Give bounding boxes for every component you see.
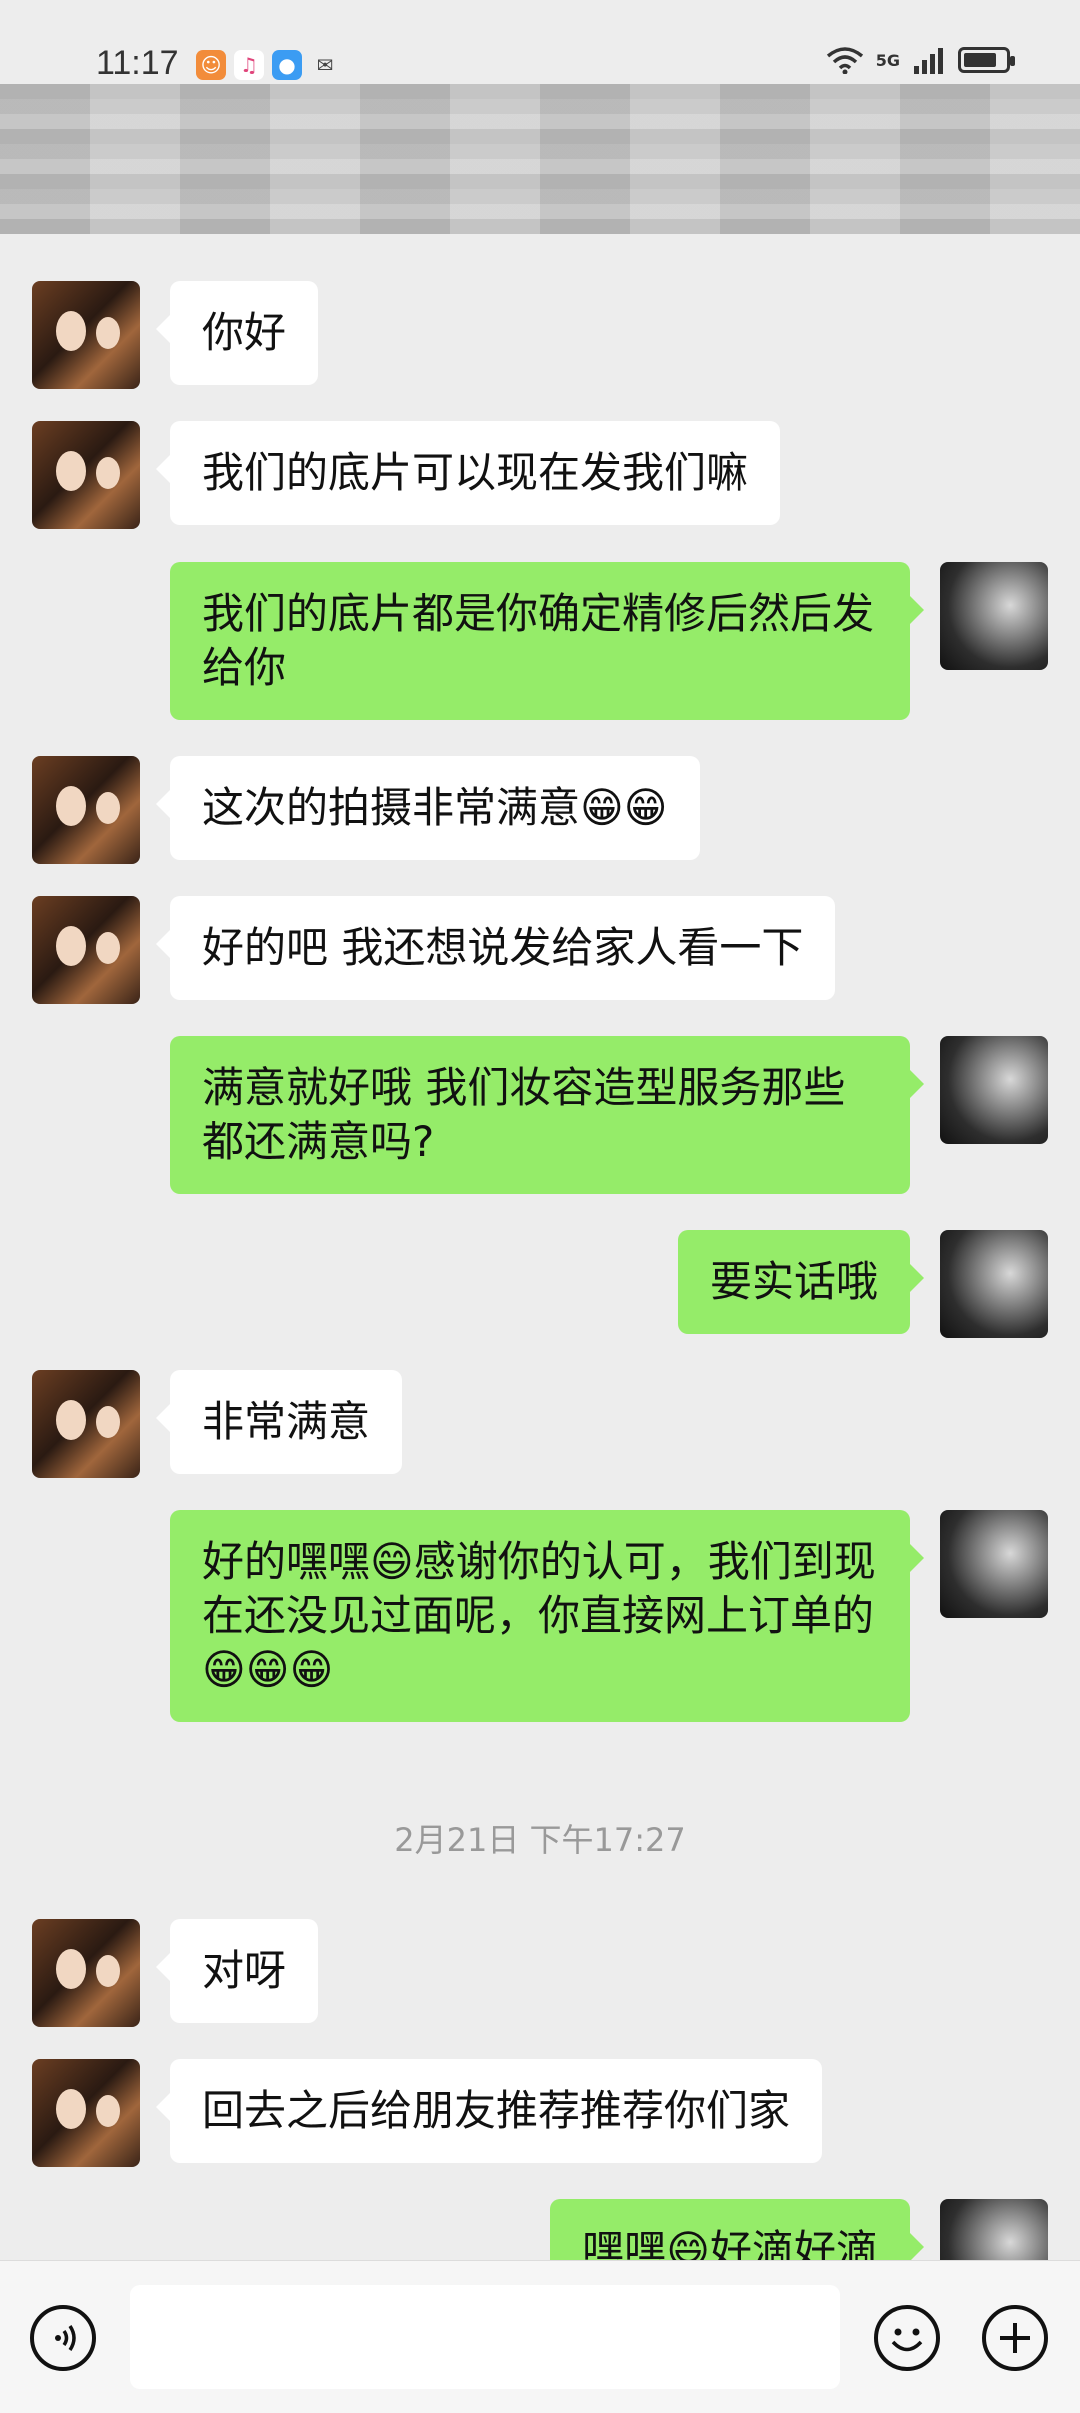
message-bubble[interactable]: 好的吧 我还想说发给家人看一下 — [155, 896, 836, 1000]
message-bubble[interactable]: 你好 — [155, 281, 319, 385]
message-bubble[interactable]: 我们的底片都是你确定精修后然后发给你 — [170, 562, 924, 720]
signal-icon — [914, 48, 943, 74]
message-bubble[interactable]: 我们的底片可以现在发我们嘛 — [155, 421, 781, 525]
my-avatar[interactable] — [940, 1230, 1048, 1338]
friend-avatar[interactable] — [32, 2059, 140, 2167]
wifi-icon — [826, 47, 863, 74]
message-input[interactable] — [130, 2285, 840, 2389]
friend-avatar[interactable] — [32, 421, 140, 529]
message-bubble[interactable]: 这次的拍摄非常满意😁😁 — [156, 756, 700, 860]
battery-level — [964, 53, 996, 67]
friend-avatar[interactable] — [32, 281, 140, 389]
my-avatar[interactable] — [940, 562, 1048, 670]
voice-icon — [55, 2325, 76, 2351]
app-notification-icon: ☺ — [196, 50, 226, 80]
network-label: 5G — [875, 50, 900, 70]
emoji-button[interactable] — [874, 2305, 940, 2371]
friend-avatar[interactable] — [32, 1919, 140, 2027]
chat-timestamp: 2月21日 下午17:27 — [394, 1821, 686, 1859]
status-bar: 11:17 ☺ ♫ ● ✉ 5G — [0, 0, 1080, 84]
emoji-icon — [891, 2328, 923, 2352]
message-bubble[interactable]: 对呀 — [155, 1919, 319, 2023]
wechat-notification-icon: ✉ — [316, 53, 334, 77]
browser-notification-icon: ● — [272, 50, 302, 80]
voice-button[interactable] — [30, 2305, 96, 2371]
friend-avatar[interactable] — [32, 1370, 140, 1478]
message-bubble[interactable]: 回去之后给朋友推荐推荐你们家 — [155, 2059, 823, 2163]
notification-icons: ☺ ♫ ● ✉ — [196, 50, 340, 80]
my-avatar[interactable] — [940, 1036, 1048, 1144]
message-input-bar — [0, 2260, 1080, 2413]
message-bubble[interactable]: 要实话哦 — [677, 1230, 925, 1334]
battery-icon — [958, 47, 1015, 73]
my-avatar[interactable] — [940, 1510, 1048, 1618]
friend-avatar[interactable] — [32, 896, 140, 1004]
friend-avatar[interactable] — [32, 756, 140, 864]
music-notification-icon: ♫ — [234, 50, 264, 80]
message-bubble[interactable]: 非常满意 — [155, 1370, 403, 1474]
chat-header-pixelated — [0, 84, 1080, 234]
message-bubble[interactable]: 满意就好哦 我们妆容造型服务那些都还满意吗? — [170, 1036, 924, 1194]
status-time: 11:17 — [96, 44, 179, 82]
plus-icon — [1000, 2323, 1030, 2353]
more-button[interactable] — [982, 2305, 1048, 2371]
message-bubble[interactable]: 好的嘿嘿😄感谢你的认可，我们到现在还没见过面呢，你直接网上订单的😁😁😁 — [170, 1510, 924, 1722]
